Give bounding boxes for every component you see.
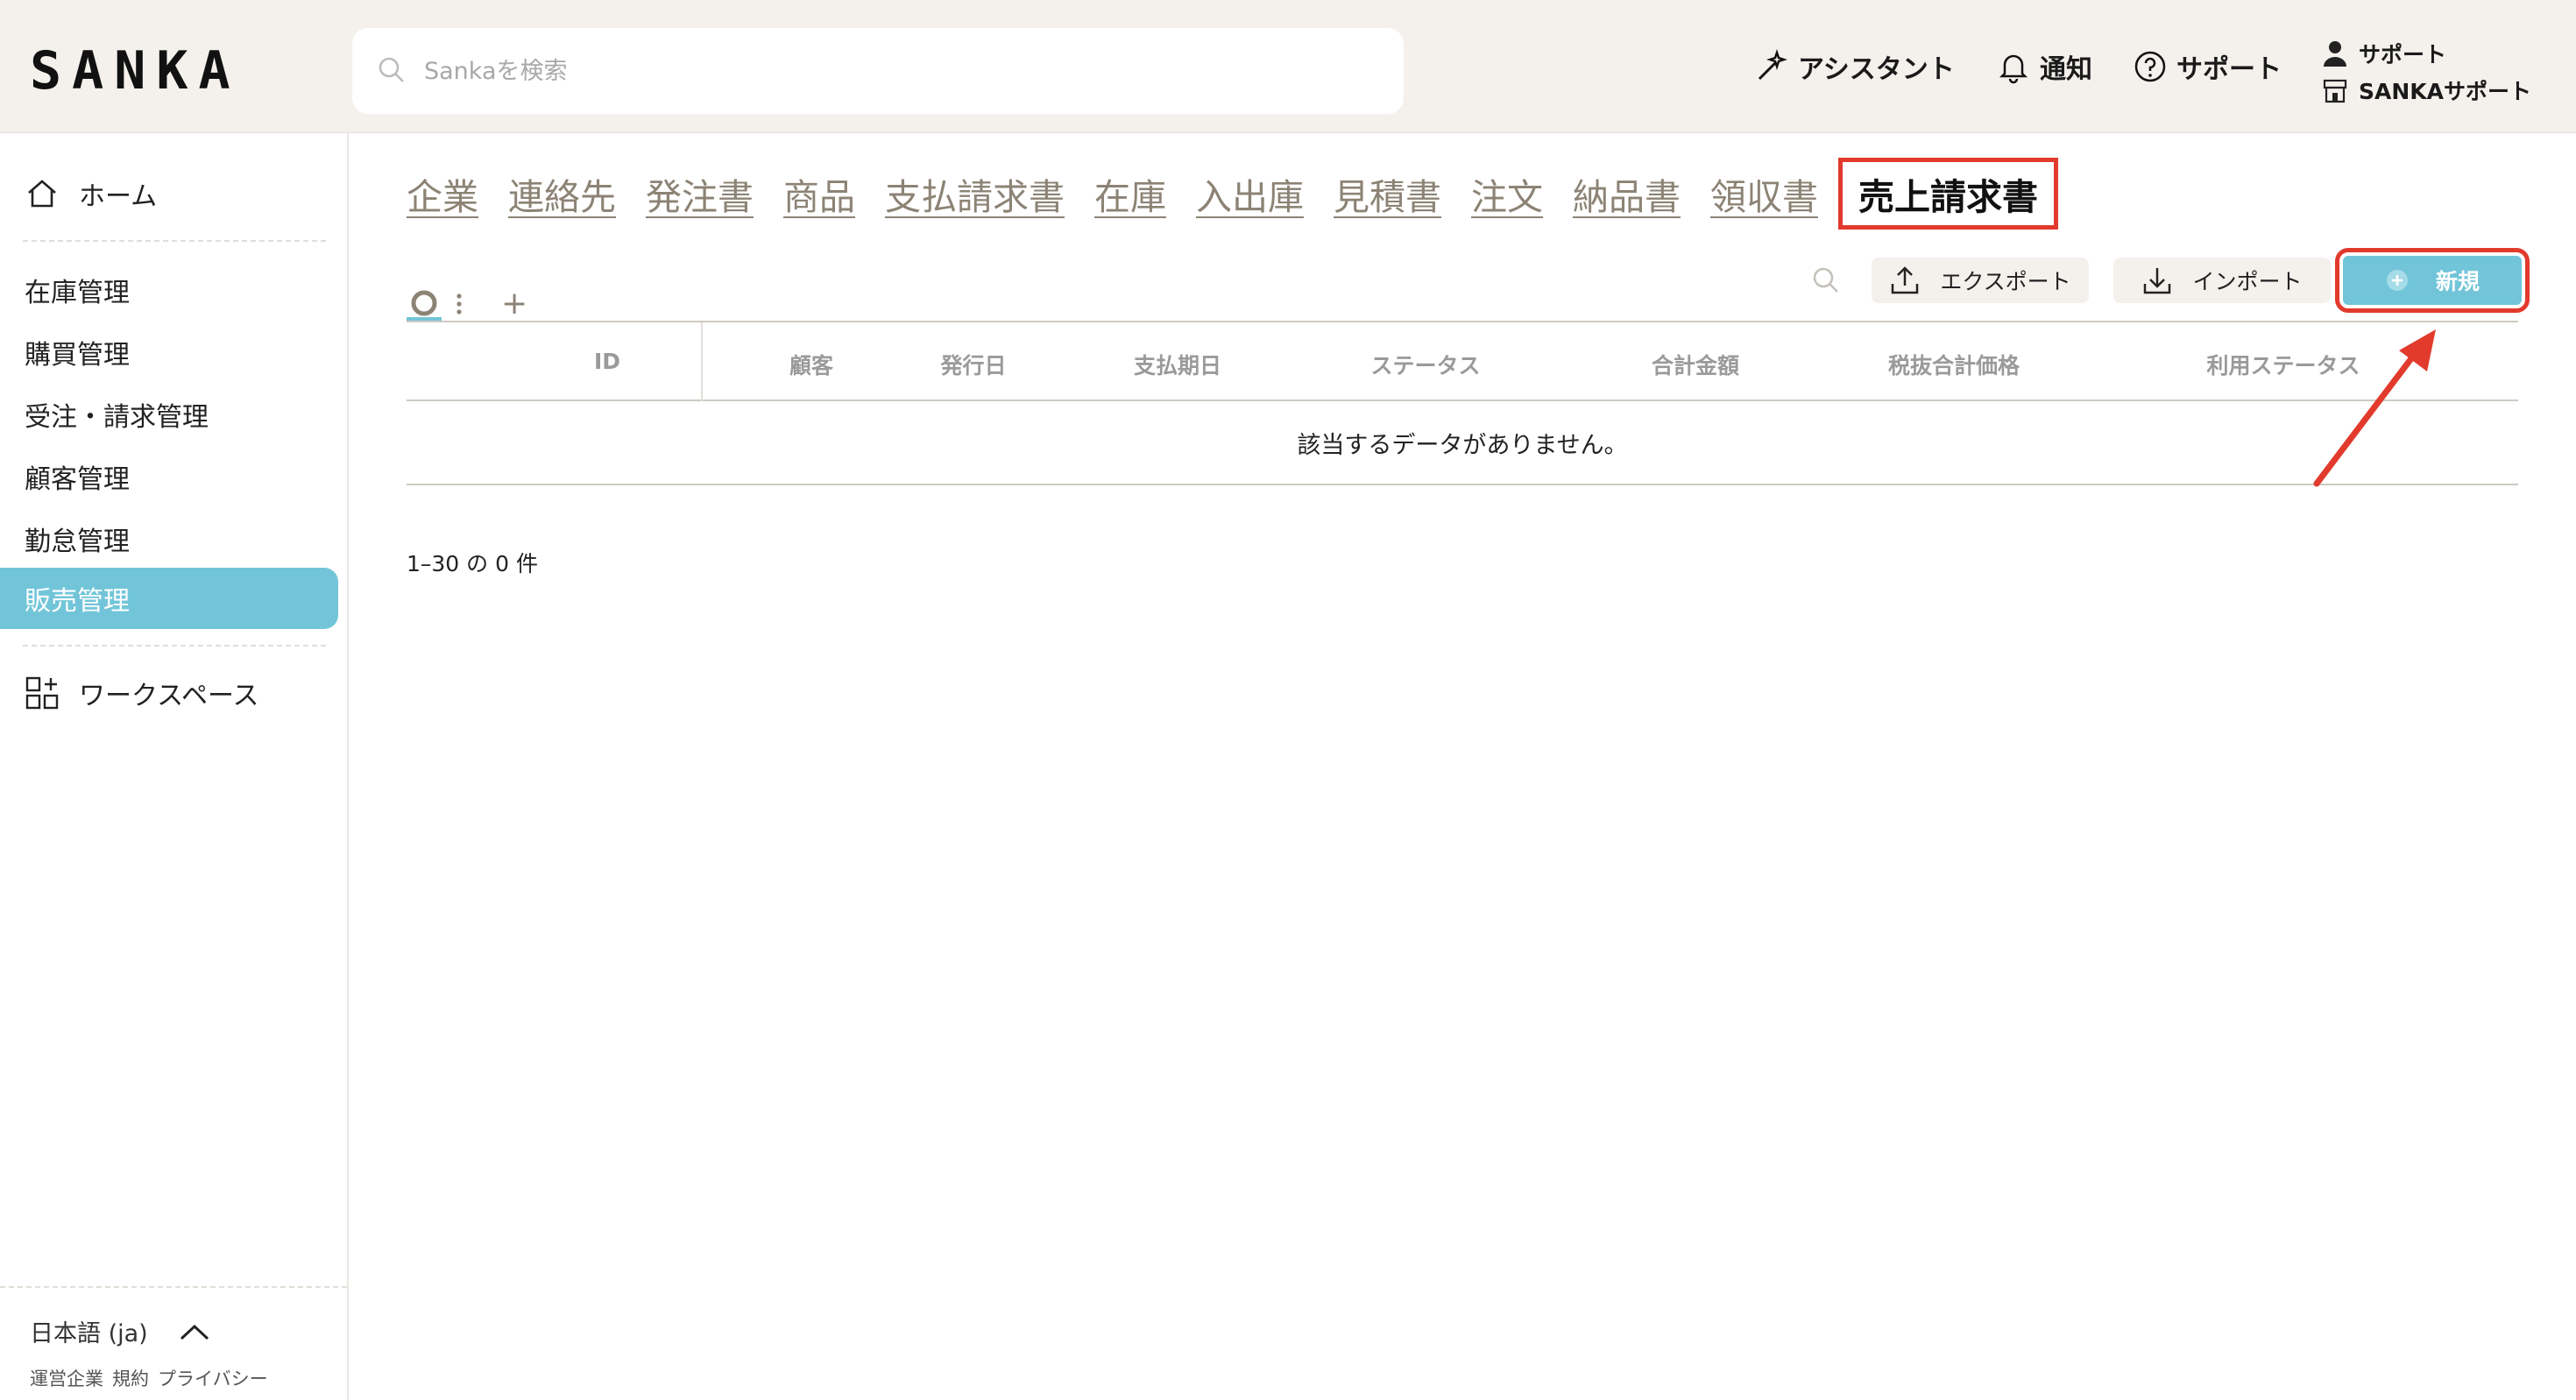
sidebar-item-home[interactable]: ホーム: [0, 163, 338, 224]
user-name: サポート: [2359, 42, 2447, 67]
sidebar-item-label: 勤怠管理: [25, 527, 130, 557]
new-label: 新規: [2435, 269, 2480, 294]
tab-orders[interactable]: 注文: [1471, 167, 1543, 220]
import-button[interactable]: インポート: [2113, 258, 2331, 303]
tab-receipts[interactable]: 領収書: [1710, 167, 1818, 220]
assistant-button[interactable]: アシスタント: [1754, 49, 1955, 85]
global-search[interactable]: [352, 28, 1404, 114]
column-divider: [701, 322, 703, 401]
footer-links: 運営企業 規約 プライバシー: [30, 1365, 268, 1391]
column-header-id[interactable]: ID: [594, 349, 620, 374]
sidebar-item-label: ホーム: [79, 181, 158, 212]
column-header-status[interactable]: ステータス: [1370, 349, 1480, 380]
search-input[interactable]: [424, 57, 1300, 85]
sidebar-item-label: 購買管理: [25, 340, 130, 371]
add-view-button[interactable]: +: [501, 286, 527, 322]
sidebar-item-label: 在庫管理: [25, 278, 130, 308]
empty-state-message: 該当するデータがありません。: [1297, 431, 1628, 459]
workspace-row: SANKAサポート: [2322, 72, 2567, 109]
view-circle-icon[interactable]: [407, 286, 442, 321]
sidebar-divider: [23, 240, 326, 242]
link-terms[interactable]: 規約: [112, 1365, 149, 1391]
bell-icon: [1999, 54, 2028, 84]
sidebar-item-purchasing[interactable]: 購買管理: [0, 322, 338, 383]
workspace-name: SANKAサポート: [2359, 79, 2531, 104]
language-selector[interactable]: 日本語 (ja): [30, 1314, 211, 1348]
tab-estimates[interactable]: 見積書: [1334, 167, 1441, 220]
sidebar-divider: [23, 645, 326, 647]
apps-grid-icon: [25, 676, 59, 710]
object-tabs: 企業 連絡先 発注書 商品 支払請求書 在庫 入出庫 見積書 注文 納品書 領収…: [407, 158, 2078, 230]
sidebar-item-customers[interactable]: 顧客管理: [0, 446, 338, 507]
top-header: SANKA アシスタント 通知 サポート サポート SANKAサポート: [0, 0, 2576, 133]
sidebar-item-label: 受注・請求管理: [25, 402, 209, 433]
notification-button[interactable]: 通知: [1996, 49, 2092, 85]
column-header-issue-date[interactable]: 発行日: [940, 349, 1006, 380]
home-icon: [28, 180, 56, 208]
sidebar-item-label: 顧客管理: [25, 464, 130, 495]
link-privacy[interactable]: プライバシー: [158, 1365, 268, 1391]
sidebar-item-workspace[interactable]: ワークスペース: [0, 662, 338, 724]
chevron-up-icon: [180, 1324, 209, 1340]
logo[interactable]: SANKA: [30, 40, 241, 102]
new-record-button[interactable]: 新規: [2335, 248, 2530, 313]
table-body: 該当するデータがありません。: [407, 401, 2518, 485]
magic-wand-icon: [1758, 49, 1787, 81]
import-label: インポート: [2192, 269, 2303, 294]
table-header: ID 顧客 発行日 支払期日 ステータス 合計金額 税抜合計価格 利用ステータス: [407, 321, 2518, 401]
plus-circle-icon: [2386, 270, 2408, 291]
annotation-arrow-icon: [2313, 329, 2436, 487]
tab-purchase-orders[interactable]: 発注書: [646, 167, 754, 220]
notification-label: 通知: [2040, 54, 2092, 85]
store-icon: [2323, 79, 2347, 103]
export-label: エクスポート: [1940, 269, 2071, 294]
language-label: 日本語 (ja): [30, 1320, 148, 1347]
sidebar-item-label: 販売管理: [25, 586, 130, 617]
help-circle-icon: [2134, 51, 2166, 82]
export-button[interactable]: エクスポート: [1872, 258, 2089, 303]
tab-products[interactable]: 商品: [783, 167, 855, 220]
link-company[interactable]: 運営企業: [30, 1365, 103, 1391]
tab-inventory[interactable]: 在庫: [1094, 167, 1166, 220]
more-vertical-icon[interactable]: [449, 286, 470, 321]
sidebar-item-label: ワークスペース: [79, 681, 259, 711]
support-label: サポート: [2176, 54, 2282, 85]
column-header-subtotal[interactable]: 税抜合計価格: [1888, 349, 2020, 380]
column-header-due-date[interactable]: 支払期日: [1134, 349, 1221, 380]
sidebar-item-sales[interactable]: 販売管理: [0, 568, 338, 629]
table-search-button[interactable]: [1810, 265, 1842, 300]
column-header-total[interactable]: 合計金額: [1652, 349, 1739, 380]
sidebar: ホーム 在庫管理 購買管理 受注・請求管理 顧客管理 勤怠管理 販売管理 ワーク…: [0, 133, 349, 1400]
search-icon: [377, 55, 408, 87]
sidebar-item-attendance[interactable]: 勤怠管理: [0, 508, 338, 569]
assistant-label: アシスタント: [1798, 54, 1955, 85]
download-icon: [2144, 268, 2171, 294]
support-button[interactable]: サポート: [2133, 49, 2282, 85]
tab-bills[interactable]: 支払請求書: [885, 167, 1065, 220]
user-menu[interactable]: サポート SANKAサポート: [2322, 35, 2567, 109]
sidebar-item-inventory[interactable]: 在庫管理: [0, 259, 338, 321]
records-table: ID 顧客 発行日 支払期日 ステータス 合計金額 税抜合計価格 利用ステータス…: [407, 321, 2518, 485]
tab-sales-invoices[interactable]: 売上請求書: [1838, 158, 2058, 230]
search-icon: [1813, 267, 1838, 293]
user-icon: [2324, 41, 2346, 67]
sidebar-item-orders-billing[interactable]: 受注・請求管理: [0, 384, 338, 445]
pagination-summary: 1–30 の 0 件: [407, 551, 538, 576]
tab-contacts[interactable]: 連絡先: [508, 167, 616, 220]
tab-companies[interactable]: 企業: [407, 167, 478, 220]
upload-icon: [1892, 266, 1919, 294]
tab-delivery-notes[interactable]: 納品書: [1573, 167, 1681, 220]
tab-stock-movements[interactable]: 入出庫: [1196, 167, 1304, 220]
sidebar-footer: 日本語 (ja) 運営企業 規約 プライバシー: [0, 1286, 347, 1400]
column-header-customer[interactable]: 顧客: [789, 349, 833, 380]
user-row: サポート: [2322, 35, 2567, 72]
